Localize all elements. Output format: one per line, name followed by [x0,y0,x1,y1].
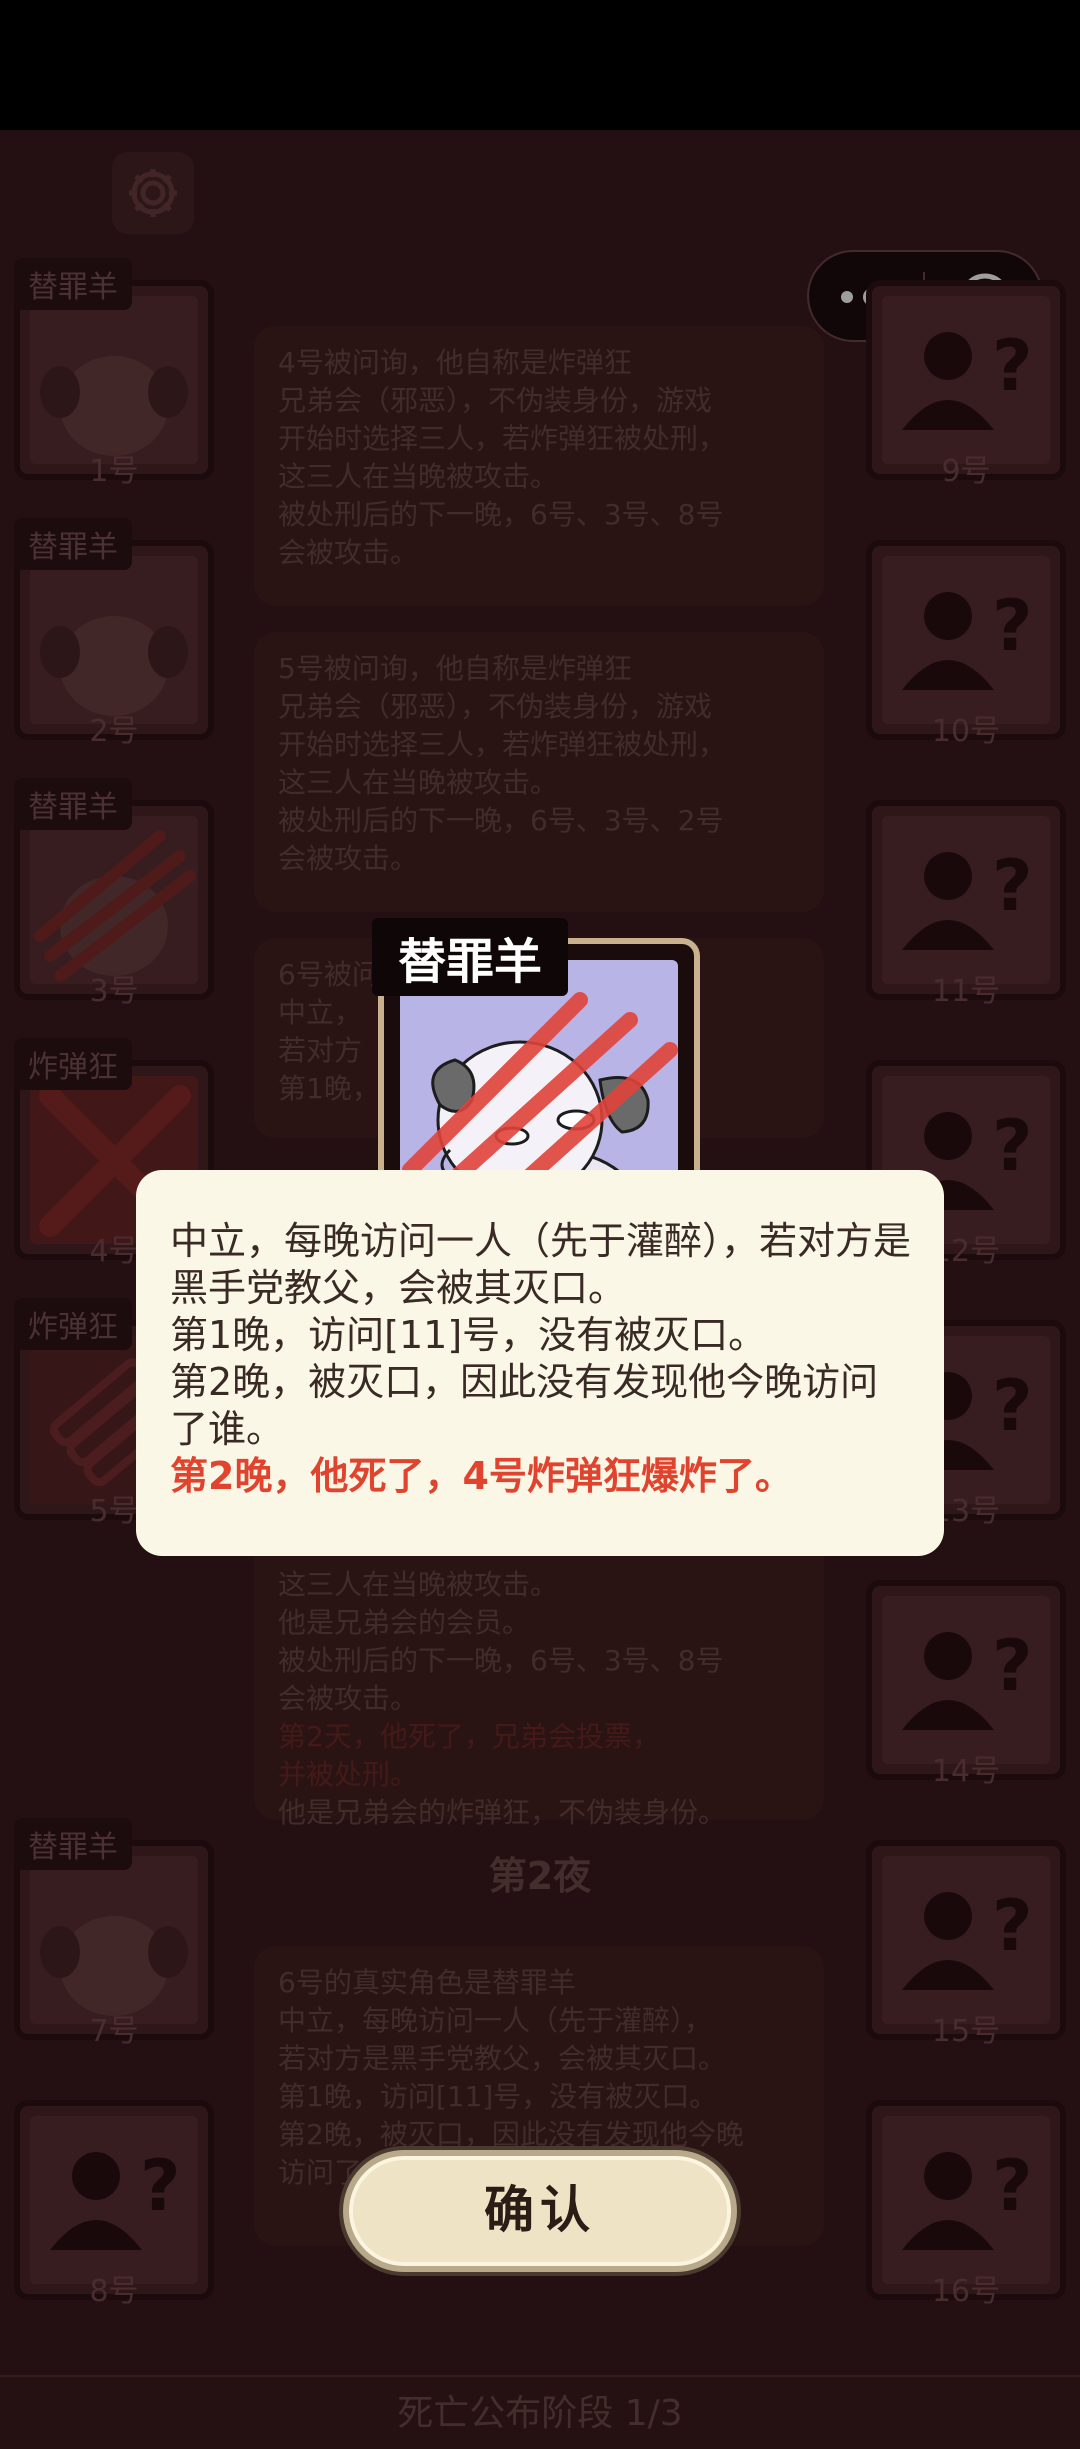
role-detail-popup: 中立，每晚访问一人（先于灌醉），若对方是黑手党教父，会被其灭口。 第1晚，访问[… [136,1170,944,1556]
night-2-result: 第2晚，被灭口，因此没有发现他今晚访问了谁。 [170,1360,879,1451]
role-tag: 替罪羊 [372,918,569,996]
night-1-result: 第1晚，访问[11]号，没有被灭口。 [170,1313,767,1357]
role-description: 中立，每晚访问一人（先于灌醉），若对方是黑手党教父，会被其灭口。 [170,1219,912,1310]
status-bar [0,0,1080,130]
game-board: 替罪羊 1号 替罪羊 2号 替罪羊 3号 炸弹狂 4号 炸弹狂 5号 替罪羊 7… [0,130,1080,2449]
confirm-button[interactable]: 确认 [343,2150,737,2272]
death-announcement: 第2晚，他死了，4号炸弹狂爆炸了。 [170,1454,793,1498]
